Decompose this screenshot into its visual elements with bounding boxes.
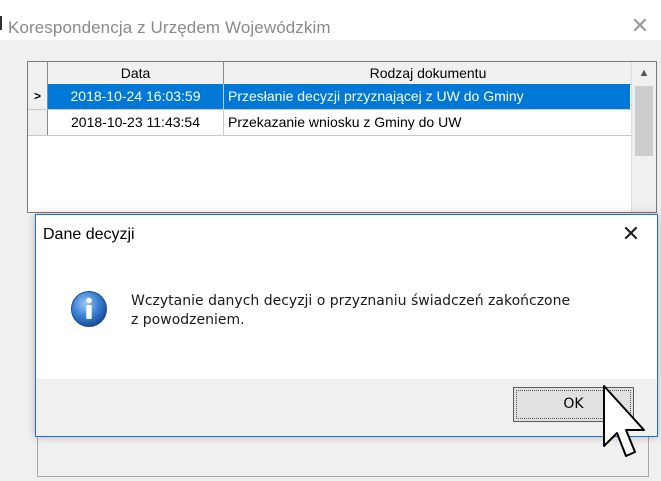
scroll-up-arrow-icon[interactable]: ▲ xyxy=(632,62,656,84)
mouse-pointer-icon xyxy=(603,385,645,457)
parent-window-title: Korespondencja z Urzędem Wojewódzkim xyxy=(8,18,331,37)
dialog-message: Wczytanie danych decyzji o przyznaniu św… xyxy=(131,292,631,330)
row-indicator xyxy=(28,110,48,135)
grid-header-indicator xyxy=(28,62,48,84)
grid-header: Data Rodzaj dokumentu xyxy=(28,62,632,85)
dialog-content: Wczytanie danych decyzji o przyznaniu św… xyxy=(36,251,657,379)
table-row[interactable]: > 2018-10-24 16:03:59 Przesłanie decyzji… xyxy=(28,84,632,110)
parent-close-button[interactable]: ✕ xyxy=(628,14,652,38)
dialog-close-button[interactable]: ✕ xyxy=(616,221,646,247)
dialog-footer: OK xyxy=(36,379,657,436)
column-header-document-type[interactable]: Rodzaj dokumentu xyxy=(224,62,632,84)
grid-vertical-scrollbar[interactable]: ▲ xyxy=(631,62,656,212)
column-header-date[interactable]: Data xyxy=(48,62,224,84)
cell-date[interactable]: 2018-10-24 16:03:59 xyxy=(48,84,224,109)
dialog-message-line: z powodzeniem. xyxy=(131,312,245,328)
scroll-thumb[interactable] xyxy=(635,86,653,156)
window-edge xyxy=(0,16,2,30)
row-indicator: > xyxy=(28,84,48,109)
message-dialog: Dane decyzji ✕ Wczytanie danych decyzji … xyxy=(35,214,658,437)
dialog-message-line: Wczytanie danych decyzji o przyznaniu św… xyxy=(131,293,571,309)
dialog-title: Dane decyzji xyxy=(43,226,135,243)
cell-date[interactable]: 2018-10-23 11:43:54 xyxy=(48,110,224,135)
cell-document-type[interactable]: Przekazanie wniosku z Gminy do UW xyxy=(224,110,630,135)
table-row[interactable]: 2018-10-23 11:43:54 Przekazanie wniosku … xyxy=(28,110,632,136)
parent-titlebar: Korespondencja z Urzędem Wojewódzkim ✕ xyxy=(0,0,661,40)
cell-document-type[interactable]: Przesłanie decyzji przyznającej z UW do … xyxy=(224,84,630,109)
information-icon xyxy=(71,291,107,327)
correspondence-grid: Data Rodzaj dokumentu > 2018-10-24 16:03… xyxy=(27,61,657,213)
dialog-titlebar: Dane decyzji ✕ xyxy=(36,215,657,251)
